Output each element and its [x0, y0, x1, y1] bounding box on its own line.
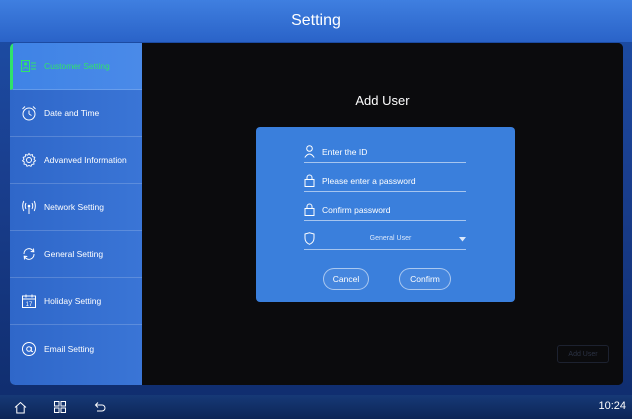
sidebar-item-network-setting[interactable]: Network Setting: [10, 184, 142, 231]
user-id-field[interactable]: Enter the ID: [304, 141, 466, 163]
sidebar-item-date-and-time[interactable]: Date and Time: [10, 90, 142, 137]
lock-icon: [304, 174, 316, 188]
back-icon[interactable]: [91, 399, 107, 415]
bottom-nav-bar: 10:24: [0, 395, 632, 419]
window-title: Setting: [291, 12, 341, 29]
chevron-down-icon: [459, 234, 466, 244]
home-icon[interactable]: [12, 399, 28, 415]
sidebar-item-customer-setting[interactable]: Customer Setting: [10, 43, 142, 90]
password-field[interactable]: Please enter a password: [304, 170, 466, 192]
sidebar: Customer Setting Date and Time Advanved …: [10, 43, 142, 385]
sidebar-item-holiday-setting[interactable]: 17 Holiday Setting: [10, 278, 142, 325]
clock-time: 10:24: [598, 400, 626, 412]
sidebar-item-email-setting[interactable]: Email Setting: [10, 325, 142, 372]
svg-text:17: 17: [26, 302, 33, 308]
apps-grid-icon[interactable]: [52, 399, 68, 415]
refresh-icon: [20, 245, 38, 263]
sidebar-item-general-setting[interactable]: General Setting: [10, 231, 142, 278]
cancel-button[interactable]: Cancel: [323, 268, 369, 290]
title-bar: Setting: [0, 0, 632, 42]
user-role-select[interactable]: General User: [304, 228, 466, 250]
sidebar-item-label: Email Setting: [44, 343, 95, 354]
screen: Setting Customer Setting Date and Time A…: [0, 0, 632, 419]
add-user-button[interactable]: Add User: [557, 345, 609, 363]
sidebar-item-label: Advanved Information: [44, 155, 127, 165]
settings-frame: Customer Setting Date and Time Advanved …: [10, 43, 623, 385]
gear-icon: [20, 151, 38, 169]
confirm-button[interactable]: Confirm: [399, 268, 451, 290]
add-user-dialog: Enter the ID Please enter a password Con…: [256, 127, 515, 302]
dialog-title: Add User: [355, 93, 410, 108]
sidebar-item-label: General Setting: [44, 249, 104, 259]
sidebar-item-label: Date and Time: [44, 108, 100, 118]
main-panel: Add User Enter the ID Please enter a pas…: [142, 43, 623, 385]
password-placeholder: Please enter a password: [322, 175, 416, 186]
user-role-value: General User: [369, 235, 412, 242]
calendar-icon: 17: [20, 292, 38, 310]
sidebar-item-label: Holiday Setting: [44, 296, 102, 306]
user-list-icon: [20, 57, 38, 75]
user-icon: [304, 145, 316, 159]
lock-icon: [304, 203, 316, 217]
confirm-password-field[interactable]: Confirm password: [304, 199, 466, 221]
sidebar-item-label: Network Setting: [44, 202, 104, 212]
confirm-password-placeholder: Confirm password: [322, 204, 391, 215]
alarm-clock-icon: [20, 104, 38, 122]
antenna-icon: [20, 198, 38, 216]
shield-icon: [304, 232, 316, 246]
at-sign-icon: [20, 340, 38, 358]
sidebar-item-label: Customer Setting: [44, 61, 110, 71]
user-id-placeholder: Enter the ID: [322, 146, 368, 157]
sidebar-item-advanced-information[interactable]: Advanved Information: [10, 137, 142, 184]
